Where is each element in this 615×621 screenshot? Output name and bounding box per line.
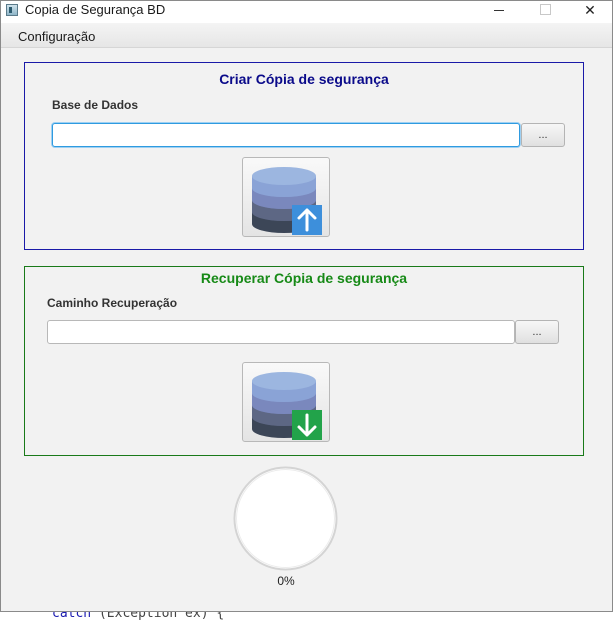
restore-backup-title: Recuperar Cópia de segurança xyxy=(200,270,408,286)
create-backup-button[interactable] xyxy=(242,157,330,237)
restore-backup-button[interactable] xyxy=(242,362,330,442)
maximize-button xyxy=(522,1,568,23)
database-browse-button[interactable]: ... xyxy=(521,123,565,147)
progress-circle xyxy=(232,465,339,572)
minimize-button[interactable] xyxy=(476,1,522,23)
progress-ring-icon xyxy=(233,466,338,571)
restore-path-input[interactable] xyxy=(47,320,515,344)
minimize-icon xyxy=(494,10,504,11)
maximize-icon xyxy=(540,4,551,15)
app-icon xyxy=(6,4,18,16)
window-title: Copia de Segurança BD xyxy=(25,2,166,17)
restore-backup-panel: Recuperar Cópia de segurança Caminho Rec… xyxy=(24,266,584,456)
database-download-icon xyxy=(252,372,322,440)
create-backup-panel: Criar Cópia de segurança Base de Dados .… xyxy=(24,62,584,250)
create-backup-title: Criar Cópia de segurança xyxy=(219,71,389,87)
database-path-input[interactable] xyxy=(52,123,520,147)
app-window: Copia de Segurança BD ✕ Configuração Cri… xyxy=(0,0,613,612)
database-upload-icon xyxy=(252,167,322,235)
title-bar: Copia de Segurança BD ✕ xyxy=(1,1,612,23)
progress-percentage: 0% xyxy=(277,574,295,588)
database-label: Base de Dados xyxy=(52,98,139,112)
close-icon: ✕ xyxy=(584,2,596,18)
restore-path-label: Caminho Recuperação xyxy=(47,296,178,310)
restore-browse-button[interactable]: ... xyxy=(515,320,559,344)
menu-bar: Configuração xyxy=(1,23,612,48)
close-button[interactable]: ✕ xyxy=(567,1,613,23)
menu-item-configuracao[interactable]: Configuração xyxy=(18,29,95,44)
